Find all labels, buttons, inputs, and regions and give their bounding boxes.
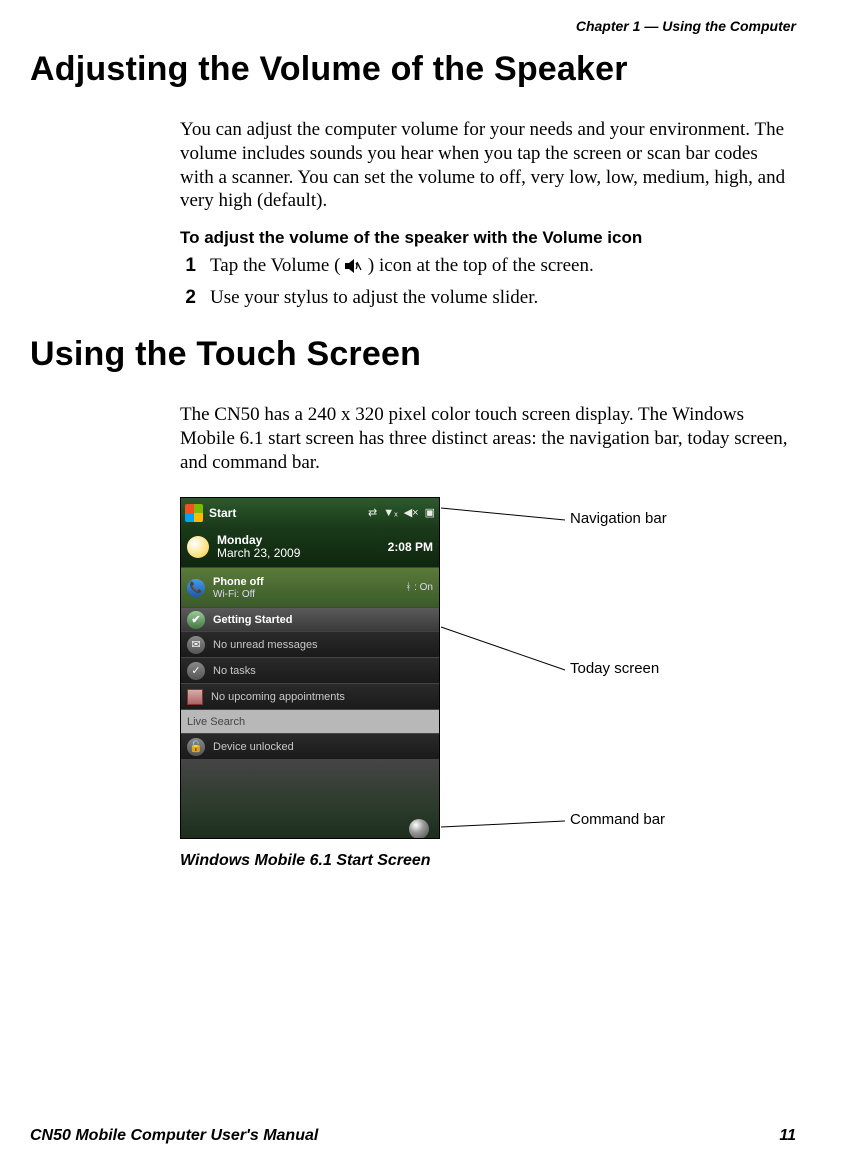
date-label: March 23, 2009 xyxy=(217,546,300,560)
paragraph-volume-intro: You can adjust the computer volume for y… xyxy=(180,118,796,213)
step-text-after: ) icon at the top of the screen. xyxy=(368,255,594,276)
mail-icon: ✉ xyxy=(187,636,205,654)
tasks-icon: ✓ xyxy=(187,662,205,680)
phone-icon: 📞 xyxy=(187,579,205,597)
footer-manual-title: CN50 Mobile Computer User's Manual xyxy=(30,1127,318,1145)
bluetooth-icon: ᚼ xyxy=(405,582,411,593)
globe-icon xyxy=(409,819,429,839)
page-number: 11 xyxy=(779,1127,796,1145)
callout-today-screen: Today screen xyxy=(570,660,659,677)
getting-started-icon: ✔ xyxy=(187,611,205,629)
callout-command-bar: Command bar xyxy=(570,811,665,828)
getting-started-row: ✔ Getting Started xyxy=(181,607,439,631)
appointments-row: No upcoming appointments xyxy=(181,683,439,709)
live-search-row: Live Search xyxy=(181,709,439,733)
wifi-label: Wi-Fi: Off xyxy=(213,589,255,600)
speaker-mute-icon: ◀× xyxy=(404,506,419,519)
appointments-label: No upcoming appointments xyxy=(211,691,345,703)
step-2: 2 Use your stylus to adjust the volume s… xyxy=(180,286,796,310)
live-search-label: Live Search xyxy=(187,716,245,728)
step-number: 2 xyxy=(180,286,196,310)
paragraph-touchscreen-intro: The CN50 has a 240 x 320 pixel color tou… xyxy=(180,403,796,474)
signal-icon: ▼ₓ xyxy=(383,507,398,519)
volume-icon xyxy=(345,259,363,273)
today-blank-area xyxy=(181,759,439,839)
time-label: 2:08 PM xyxy=(388,540,433,554)
messages-label: No unread messages xyxy=(213,639,318,651)
battery-icon: ▣ xyxy=(425,506,435,519)
clock-icon xyxy=(187,536,209,558)
screenshot-caption: Windows Mobile 6.1 Start Screen xyxy=(180,852,431,870)
step-text-before: Tap the Volume ( xyxy=(210,255,340,276)
windows-logo-icon xyxy=(185,504,203,522)
day-label: Monday xyxy=(217,533,262,547)
calendar-icon xyxy=(187,689,203,705)
step-1: 1 Tap the Volume ( ) icon at the top of … xyxy=(180,254,796,278)
heading-volume: Adjusting the Volume of the Speaker xyxy=(30,50,628,89)
getting-started-label: Getting Started xyxy=(213,614,292,626)
phone-status-row: 📞 Phone off Wi-Fi: Off ᚼ : On xyxy=(181,567,439,607)
tasks-row: ✓ No tasks xyxy=(181,657,439,683)
phone-off-label: Phone off xyxy=(213,576,264,588)
subheading-volume-steps: To adjust the volume of the speaker with… xyxy=(180,227,796,248)
unlocked-label: Device unlocked xyxy=(213,741,294,753)
navigation-bar: Start ⇄ ▼ₓ ◀× ▣ xyxy=(181,498,439,527)
chapter-header: Chapter 1 — Using the Computer xyxy=(576,18,796,34)
tasks-label: No tasks xyxy=(213,665,256,677)
start-label: Start xyxy=(209,506,236,520)
callout-navigation-bar: Navigation bar xyxy=(570,510,667,527)
date-row: Monday March 23, 2009 2:08 PM xyxy=(181,527,439,567)
windows-mobile-screenshot: Start ⇄ ▼ₓ ◀× ▣ Monday March 23, 2009 2:… xyxy=(180,497,440,839)
step-text: Use your stylus to adjust the volume sli… xyxy=(210,286,538,310)
device-unlocked-row: 🔓 Device unlocked xyxy=(181,733,439,759)
step-text: Tap the Volume ( ) icon at the top of th… xyxy=(210,254,594,278)
step-number: 1 xyxy=(180,254,196,278)
bluetooth-label: ᚼ : On xyxy=(405,582,433,593)
lock-icon: 🔓 xyxy=(187,738,205,756)
messages-row: ✉ No unread messages xyxy=(181,631,439,657)
connectivity-icon: ⇄ xyxy=(368,506,377,519)
volume-steps-list: 1 Tap the Volume ( ) icon at the top of … xyxy=(180,254,796,318)
heading-touchscreen: Using the Touch Screen xyxy=(30,335,421,374)
